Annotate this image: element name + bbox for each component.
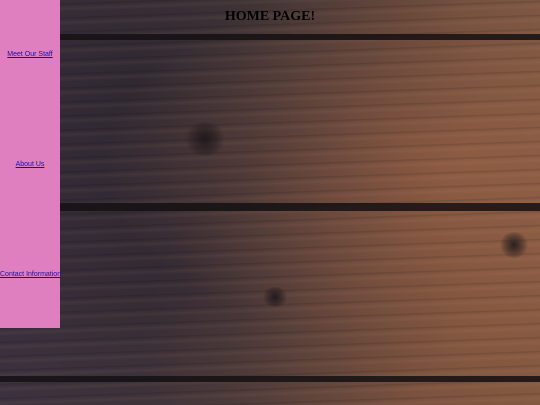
- sidebar-nav: Meet Our Staff About Us Contact Informat…: [0, 0, 61, 328]
- wood-knot: [185, 122, 225, 156]
- nav-link-contact-information[interactable]: Contact Information: [0, 270, 61, 279]
- page-background: { "page": { "title": "HOME PAGE!" }, "si…: [0, 0, 540, 405]
- page-title: HOME PAGE!: [224, 9, 316, 24]
- wood-knot: [262, 287, 288, 307]
- nav-link-meet-our-staff[interactable]: Meet Our Staff: [0, 50, 60, 59]
- wood-knot: [500, 232, 528, 258]
- nav-link-about-us[interactable]: About Us: [0, 160, 60, 169]
